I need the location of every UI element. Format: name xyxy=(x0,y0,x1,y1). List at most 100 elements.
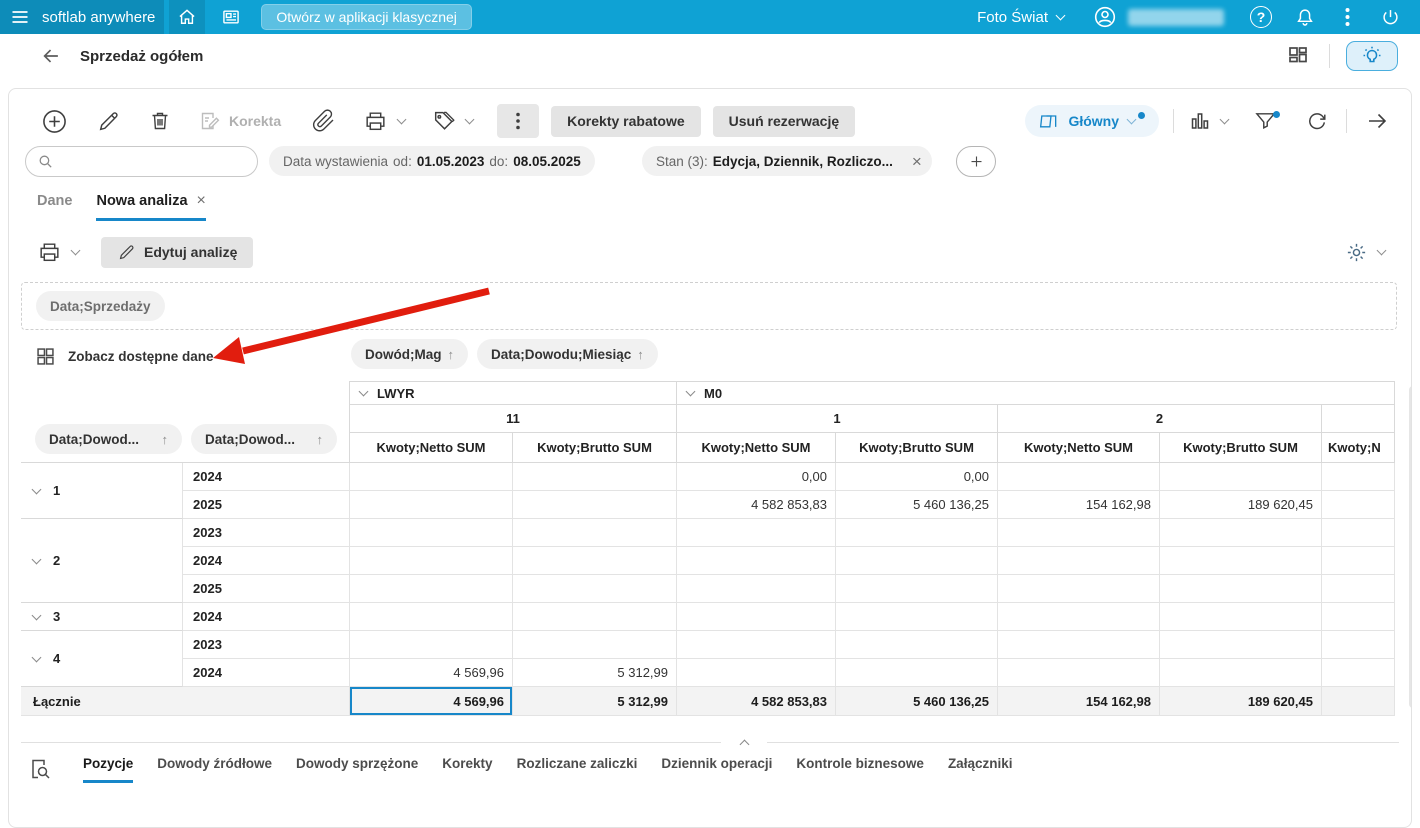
delete-button[interactable] xyxy=(145,104,175,138)
user-avatar-button[interactable] xyxy=(1090,0,1120,34)
add-button[interactable] xyxy=(39,104,69,138)
pivot-cell[interactable] xyxy=(1322,603,1395,631)
measure-header[interactable]: Kwoty;Netto SUM xyxy=(677,433,836,463)
pivot-cell[interactable] xyxy=(1160,547,1322,575)
pivot-cell[interactable] xyxy=(998,631,1160,659)
pivot-cell[interactable] xyxy=(677,631,836,659)
row-year[interactable]: 2023 xyxy=(183,631,350,659)
total-cell[interactable]: 154 162,98 xyxy=(998,687,1160,716)
row-year[interactable]: 2025 xyxy=(183,575,350,603)
row-year[interactable]: 2024 xyxy=(183,603,350,631)
column-field-chip[interactable]: Data;Dowodu;Miesiąc ↑ xyxy=(477,339,658,369)
pivot-cell[interactable] xyxy=(350,491,513,519)
pivot-cell[interactable] xyxy=(513,547,677,575)
pivot-cell[interactable] xyxy=(998,463,1160,491)
print-analysis-button[interactable] xyxy=(37,235,81,269)
print-button[interactable] xyxy=(363,104,407,138)
total-cell-selected[interactable]: 4 569,96 xyxy=(350,687,513,716)
refresh-button[interactable] xyxy=(1304,104,1330,138)
analysis-settings-button[interactable] xyxy=(1345,235,1387,269)
pivot-cell[interactable] xyxy=(350,547,513,575)
pivot-cell[interactable] xyxy=(1160,659,1322,687)
pivot-cell[interactable] xyxy=(1160,463,1322,491)
measure-header-partial[interactable]: Kwoty;N xyxy=(1322,433,1395,463)
tab-rozliczane-zaliczki[interactable]: Rozliczane zaliczki xyxy=(517,756,638,783)
row-year[interactable]: 2025 xyxy=(183,491,350,519)
open-classic-app-button[interactable]: Otwórz w aplikacji klasycznej xyxy=(261,4,472,30)
total-cell[interactable]: 5 312,99 xyxy=(513,687,677,716)
pivot-cell[interactable] xyxy=(998,659,1160,687)
month-header[interactable]: 11 xyxy=(350,405,677,433)
attachments-button[interactable] xyxy=(311,104,337,138)
pivot-cell[interactable] xyxy=(998,519,1160,547)
home-button[interactable] xyxy=(169,0,206,34)
pivot-cell[interactable] xyxy=(350,463,513,491)
pivot-cell[interactable]: 4 582 853,83 xyxy=(677,491,836,519)
pivot-cell[interactable] xyxy=(677,575,836,603)
row-year[interactable]: 2024 xyxy=(183,547,350,575)
pivot-cell[interactable]: 189 620,45 xyxy=(1160,491,1322,519)
company-selector[interactable]: Foto Świat xyxy=(977,0,1066,34)
pivot-cell[interactable] xyxy=(1322,631,1395,659)
month-header-partial[interactable] xyxy=(1322,405,1395,433)
row-group-2[interactable]: 2 xyxy=(21,519,183,603)
total-cell[interactable]: 4 582 853,83 xyxy=(677,687,836,716)
total-cell[interactable] xyxy=(1322,687,1395,716)
pivot-cell[interactable] xyxy=(513,491,677,519)
more-options-button[interactable] xyxy=(1338,0,1356,34)
total-cell[interactable]: 189 620,45 xyxy=(1160,687,1322,716)
column-field-chip[interactable]: Dowód;Mag ↑ xyxy=(351,339,468,369)
edit-analysis-button[interactable]: Edytuj analizę xyxy=(101,236,254,268)
search-input[interactable] xyxy=(25,146,258,177)
stan-filter-chip[interactable]: Stan (3): Edycja, Dziennik, Rozliczo... … xyxy=(642,146,932,176)
tab-dowody-sprzezone[interactable]: Dowody sprzężone xyxy=(296,756,418,783)
add-filter-button[interactable] xyxy=(956,146,996,177)
news-button[interactable] xyxy=(215,0,247,34)
measure-header[interactable]: Kwoty;Brutto SUM xyxy=(513,433,677,463)
row-group-4[interactable]: 4 xyxy=(21,631,183,687)
pivot-filter-chip[interactable]: Data;Sprzedaży xyxy=(36,291,165,321)
table-scrollbar[interactable] xyxy=(1409,386,1411,708)
dashboard-layout-button[interactable] xyxy=(1283,39,1313,73)
usun-rezerwacje-button[interactable]: Usuń rezerwację xyxy=(712,105,856,137)
tab-dane[interactable]: Dane xyxy=(37,193,72,221)
tab-kontrole-biznesowe[interactable]: Kontrole biznesowe xyxy=(796,756,924,783)
pivot-cell[interactable] xyxy=(836,659,998,687)
col-group-header-lwyr[interactable]: LWYR xyxy=(350,381,677,405)
pivot-cell[interactable] xyxy=(350,575,513,603)
pivot-cell[interactable] xyxy=(1322,491,1395,519)
row-field-chip[interactable]: Data;Dowod... ↑ xyxy=(35,424,182,454)
row-group-1[interactable]: 1 xyxy=(21,463,183,519)
close-icon[interactable]: × xyxy=(912,153,922,170)
pivot-cell[interactable] xyxy=(836,603,998,631)
tab-dowody-zrodlowe[interactable]: Dowody źródłowe xyxy=(157,756,272,783)
pivot-cell[interactable] xyxy=(998,547,1160,575)
help-button[interactable]: ? xyxy=(1250,0,1272,34)
row-year[interactable]: 2023 xyxy=(183,519,350,547)
measure-header[interactable]: Kwoty;Netto SUM xyxy=(998,433,1160,463)
pivot-cell[interactable] xyxy=(677,547,836,575)
pivot-cell[interactable] xyxy=(677,659,836,687)
pivot-cell[interactable] xyxy=(836,519,998,547)
pivot-cell[interactable]: 4 569,96 xyxy=(350,659,513,687)
pivot-cell[interactable] xyxy=(513,519,677,547)
close-tab-icon[interactable]: × xyxy=(197,193,206,209)
pivot-cell[interactable] xyxy=(1160,519,1322,547)
pivot-cell[interactable] xyxy=(998,603,1160,631)
edit-button[interactable] xyxy=(93,104,123,138)
pivot-cell[interactable] xyxy=(1160,631,1322,659)
pivot-cell[interactable] xyxy=(677,603,836,631)
collapse-panel-button[interactable] xyxy=(721,733,767,751)
pivot-cell[interactable] xyxy=(1322,463,1395,491)
tab-zalaczniki[interactable]: Załączniki xyxy=(948,756,1013,783)
pivot-cell[interactable] xyxy=(350,519,513,547)
pivot-cell[interactable] xyxy=(677,519,836,547)
pivot-cell[interactable] xyxy=(350,631,513,659)
tab-korekty[interactable]: Korekty xyxy=(442,756,492,783)
month-header[interactable]: 2 xyxy=(998,405,1322,433)
pivot-cell[interactable]: 5 460 136,25 xyxy=(836,491,998,519)
pivot-cell[interactable] xyxy=(836,575,998,603)
chart-button[interactable] xyxy=(1188,104,1230,138)
pivot-cell[interactable] xyxy=(1322,547,1395,575)
pivot-cell[interactable]: 0,00 xyxy=(677,463,836,491)
